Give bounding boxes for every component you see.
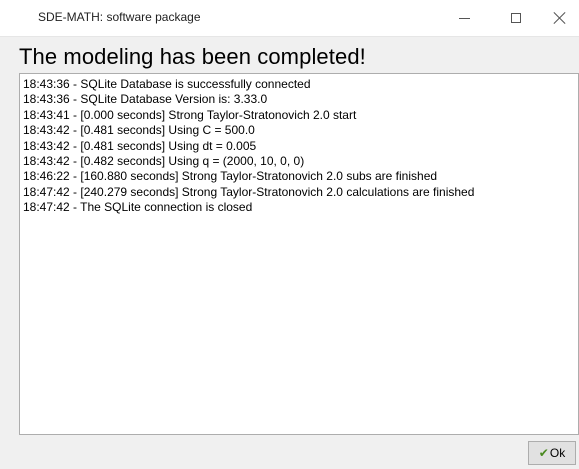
log-line: 18:47:42 - [240.279 seconds] Strong Tayl… (23, 184, 475, 199)
log-line: 18:43:42 - [0.481 seconds] Using dt = 0.… (23, 138, 257, 153)
log-textbox[interactable]: 18:43:36 - SQLite Database is successful… (19, 73, 579, 435)
log-line: 18:46:22 - [160.880 seconds] Strong Tayl… (23, 169, 438, 184)
minimize-button[interactable] (441, 0, 487, 36)
log-list: 18:43:36 - SQLite Database is successful… (20, 74, 578, 216)
close-button[interactable] (541, 0, 579, 36)
check-icon: ✔ (538, 446, 549, 460)
log-line: 18:43:42 - [0.482 seconds] Using q = (20… (23, 154, 305, 169)
completion-heading: The modeling has been completed! (19, 44, 366, 69)
log-line: 18:43:42 - [0.481 seconds] Using C = 500… (23, 123, 255, 138)
title-bar[interactable]: SDE-MATH: software package (0, 0, 579, 37)
close-icon (554, 12, 566, 24)
maximize-button[interactable] (493, 0, 539, 36)
log-line: 18:43:41 - [0.000 seconds] Strong Taylor… (23, 107, 357, 122)
minimize-icon (458, 17, 470, 19)
maximize-icon (511, 13, 521, 23)
ok-button-label: Ok (549, 446, 566, 460)
ok-button[interactable]: ✔ Ok (528, 441, 576, 465)
log-line: 18:47:42 - The SQLite connection is clos… (23, 200, 253, 215)
log-line: 18:43:36 - SQLite Database is successful… (23, 77, 311, 91)
log-line: 18:43:36 - SQLite Database Version is: 3… (23, 92, 268, 107)
dialog-window: SDE-MATH: software package The modeling … (0, 0, 579, 469)
window-title: SDE-MATH: software package (38, 10, 201, 24)
